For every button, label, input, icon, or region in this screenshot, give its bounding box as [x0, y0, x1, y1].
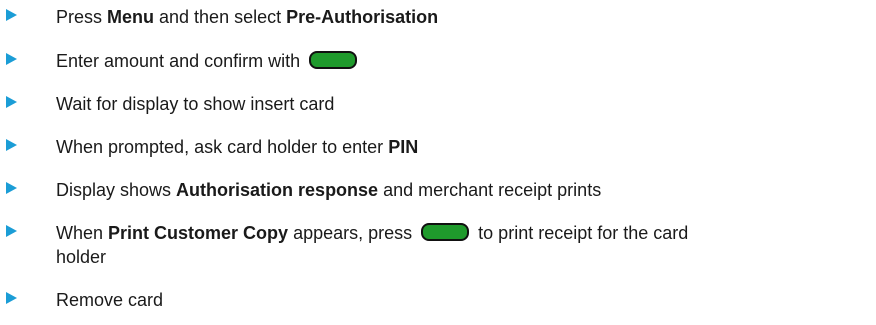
- list-item: Enter amount and confirm with: [0, 44, 876, 74]
- bullet-arrow-icon: [6, 139, 17, 151]
- green-confirm-key-icon: [421, 223, 470, 242]
- bullet-arrow-icon: [6, 9, 17, 21]
- bullet-arrow-icon: [6, 225, 17, 237]
- bullet-arrow-icon: [6, 96, 17, 108]
- bullet-arrow-icon: [6, 292, 17, 304]
- list-item: Display shows Authorisation response and…: [0, 173, 876, 203]
- step-text: Press Menu and then select Pre-Authorisa…: [56, 7, 439, 27]
- step-text: When Print Customer Copy appears, press …: [56, 223, 689, 243]
- list-item: When prompted, ask card holder to enter …: [0, 130, 876, 160]
- green-confirm-key-icon: [309, 51, 358, 70]
- step-text: Wait for display to show insert card: [56, 94, 335, 114]
- list-item: Press Menu and then select Pre-Authorisa…: [0, 0, 876, 30]
- step-text: Enter amount and confirm with: [56, 49, 361, 73]
- step-text-continuation: holder: [56, 247, 107, 267]
- list-item: Wait for display to show insert card: [0, 87, 876, 117]
- step-text: Remove card: [56, 290, 164, 310]
- step-text: When prompted, ask card holder to enter …: [56, 137, 419, 157]
- bullet-arrow-icon: [6, 182, 17, 194]
- bullet-arrow-icon: [6, 53, 17, 65]
- step-text: Display shows Authorisation response and…: [56, 180, 602, 200]
- list-item: Remove card: [0, 283, 876, 313]
- list-item: When Print Customer Copy appears, press …: [0, 216, 876, 276]
